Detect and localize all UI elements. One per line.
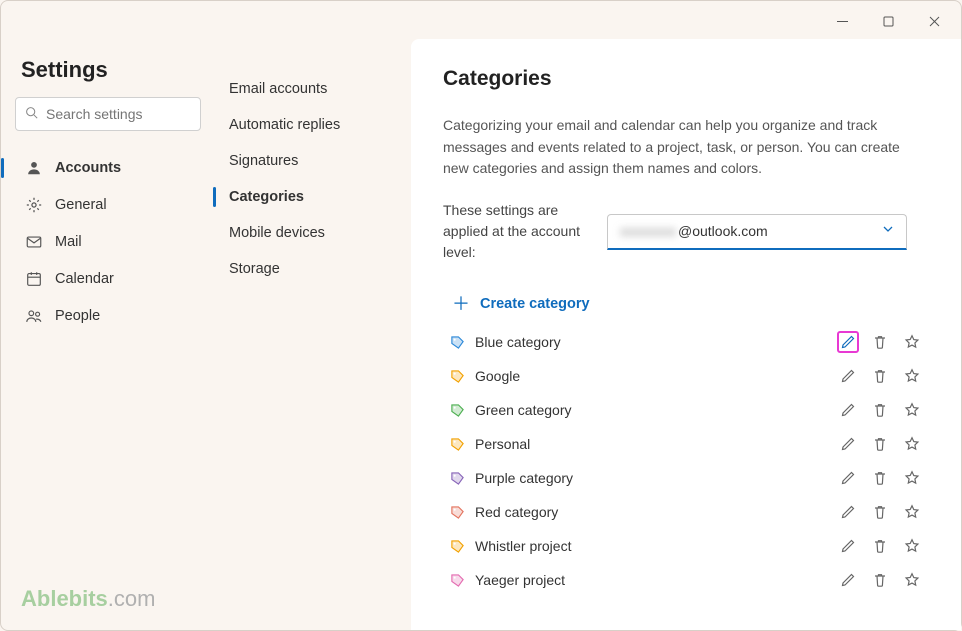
nav-item-label: Calendar	[55, 271, 114, 287]
subnav-item-automatic-replies[interactable]: Automatic replies	[219, 107, 407, 143]
category-row: Red category	[443, 495, 929, 529]
page-title: Categories	[443, 67, 929, 91]
window-maximize-button[interactable]	[865, 5, 911, 37]
people-icon	[23, 307, 45, 325]
window-titlebar	[1, 1, 961, 41]
tag-icon	[449, 572, 465, 588]
delete-button[interactable]	[869, 331, 891, 353]
mail-icon	[23, 233, 45, 251]
edit-button[interactable]	[837, 569, 859, 591]
nav-item-label: Mail	[55, 234, 82, 250]
search-container	[15, 97, 201, 131]
favorite-button[interactable]	[901, 467, 923, 489]
category-row: Google	[443, 359, 929, 393]
category-name: Green category	[475, 402, 837, 418]
tag-icon	[449, 334, 465, 350]
plus-icon: ＋	[452, 295, 470, 313]
tag-icon	[449, 538, 465, 554]
person-icon	[23, 159, 45, 177]
create-category-button[interactable]: ＋ Create category	[446, 287, 929, 321]
subnav: Email accountsAutomatic repliesSignature…	[211, 41, 411, 630]
favorite-button[interactable]	[901, 501, 923, 523]
edit-button[interactable]	[837, 365, 859, 387]
edit-button[interactable]	[837, 399, 859, 421]
delete-button[interactable]	[869, 467, 891, 489]
nav-item-label: General	[55, 197, 107, 213]
search-icon	[25, 106, 38, 122]
nav-item-label: Accounts	[55, 160, 121, 176]
tag-icon	[449, 368, 465, 384]
calendar-icon	[23, 270, 45, 288]
settings-heading: Settings	[21, 57, 201, 83]
category-row: Yaeger project	[443, 563, 929, 597]
page-description: Categorizing your email and calendar can…	[443, 115, 929, 180]
category-name: Blue category	[475, 334, 837, 350]
category-name: Purple category	[475, 470, 837, 486]
subnav-item-email-accounts[interactable]: Email accounts	[219, 71, 407, 107]
tag-icon	[449, 436, 465, 452]
search-input[interactable]	[15, 97, 201, 131]
subnav-item-storage[interactable]: Storage	[219, 251, 407, 287]
delete-button[interactable]	[869, 365, 891, 387]
gear-icon	[23, 196, 45, 214]
subnav-item-signatures[interactable]: Signatures	[219, 143, 407, 179]
delete-button[interactable]	[869, 535, 891, 557]
subnav-item-mobile-devices[interactable]: Mobile devices	[219, 215, 407, 251]
category-name: Whistler project	[475, 538, 837, 554]
sidebar: Settings Accounts General Mail Calendar Peop…	[1, 41, 211, 630]
favorite-button[interactable]	[901, 399, 923, 421]
edit-button[interactable]	[837, 467, 859, 489]
account-level-label: These settings are applied at the accoun…	[443, 200, 583, 263]
account-select[interactable]: xxxxxxxx@outlook.com	[607, 214, 907, 250]
edit-button[interactable]	[837, 433, 859, 455]
nav-item-mail[interactable]: Mail	[15, 224, 201, 260]
category-row: Green category	[443, 393, 929, 427]
window-close-button[interactable]	[911, 5, 957, 37]
nav-item-accounts[interactable]: Accounts	[15, 150, 201, 186]
nav-item-general[interactable]: General	[15, 187, 201, 223]
category-row: Personal	[443, 427, 929, 461]
nav-item-people[interactable]: People	[15, 298, 201, 334]
tag-icon	[449, 470, 465, 486]
favorite-button[interactable]	[901, 535, 923, 557]
favorite-button[interactable]	[901, 433, 923, 455]
category-name: Red category	[475, 504, 837, 520]
subnav-item-categories[interactable]: Categories	[219, 179, 407, 215]
watermark: Ablebits.com	[15, 586, 201, 612]
main-panel: Categories Categorizing your email and c…	[411, 39, 961, 630]
category-row: Whistler project	[443, 529, 929, 563]
category-name: Google	[475, 368, 837, 384]
edit-button[interactable]	[837, 535, 859, 557]
favorite-button[interactable]	[901, 331, 923, 353]
delete-button[interactable]	[869, 569, 891, 591]
favorite-button[interactable]	[901, 365, 923, 387]
category-name: Personal	[475, 436, 837, 452]
category-name: Yaeger project	[475, 572, 837, 588]
delete-button[interactable]	[869, 433, 891, 455]
nav-item-calendar[interactable]: Calendar	[15, 261, 201, 297]
edit-button[interactable]	[837, 501, 859, 523]
chevron-down-icon	[882, 222, 894, 240]
edit-button[interactable]	[837, 331, 859, 353]
tag-icon	[449, 402, 465, 418]
tag-icon	[449, 504, 465, 520]
category-row: Blue category	[443, 325, 929, 359]
favorite-button[interactable]	[901, 569, 923, 591]
delete-button[interactable]	[869, 399, 891, 421]
window-minimize-button[interactable]	[819, 5, 865, 37]
delete-button[interactable]	[869, 501, 891, 523]
nav-item-label: People	[55, 308, 100, 324]
category-row: Purple category	[443, 461, 929, 495]
